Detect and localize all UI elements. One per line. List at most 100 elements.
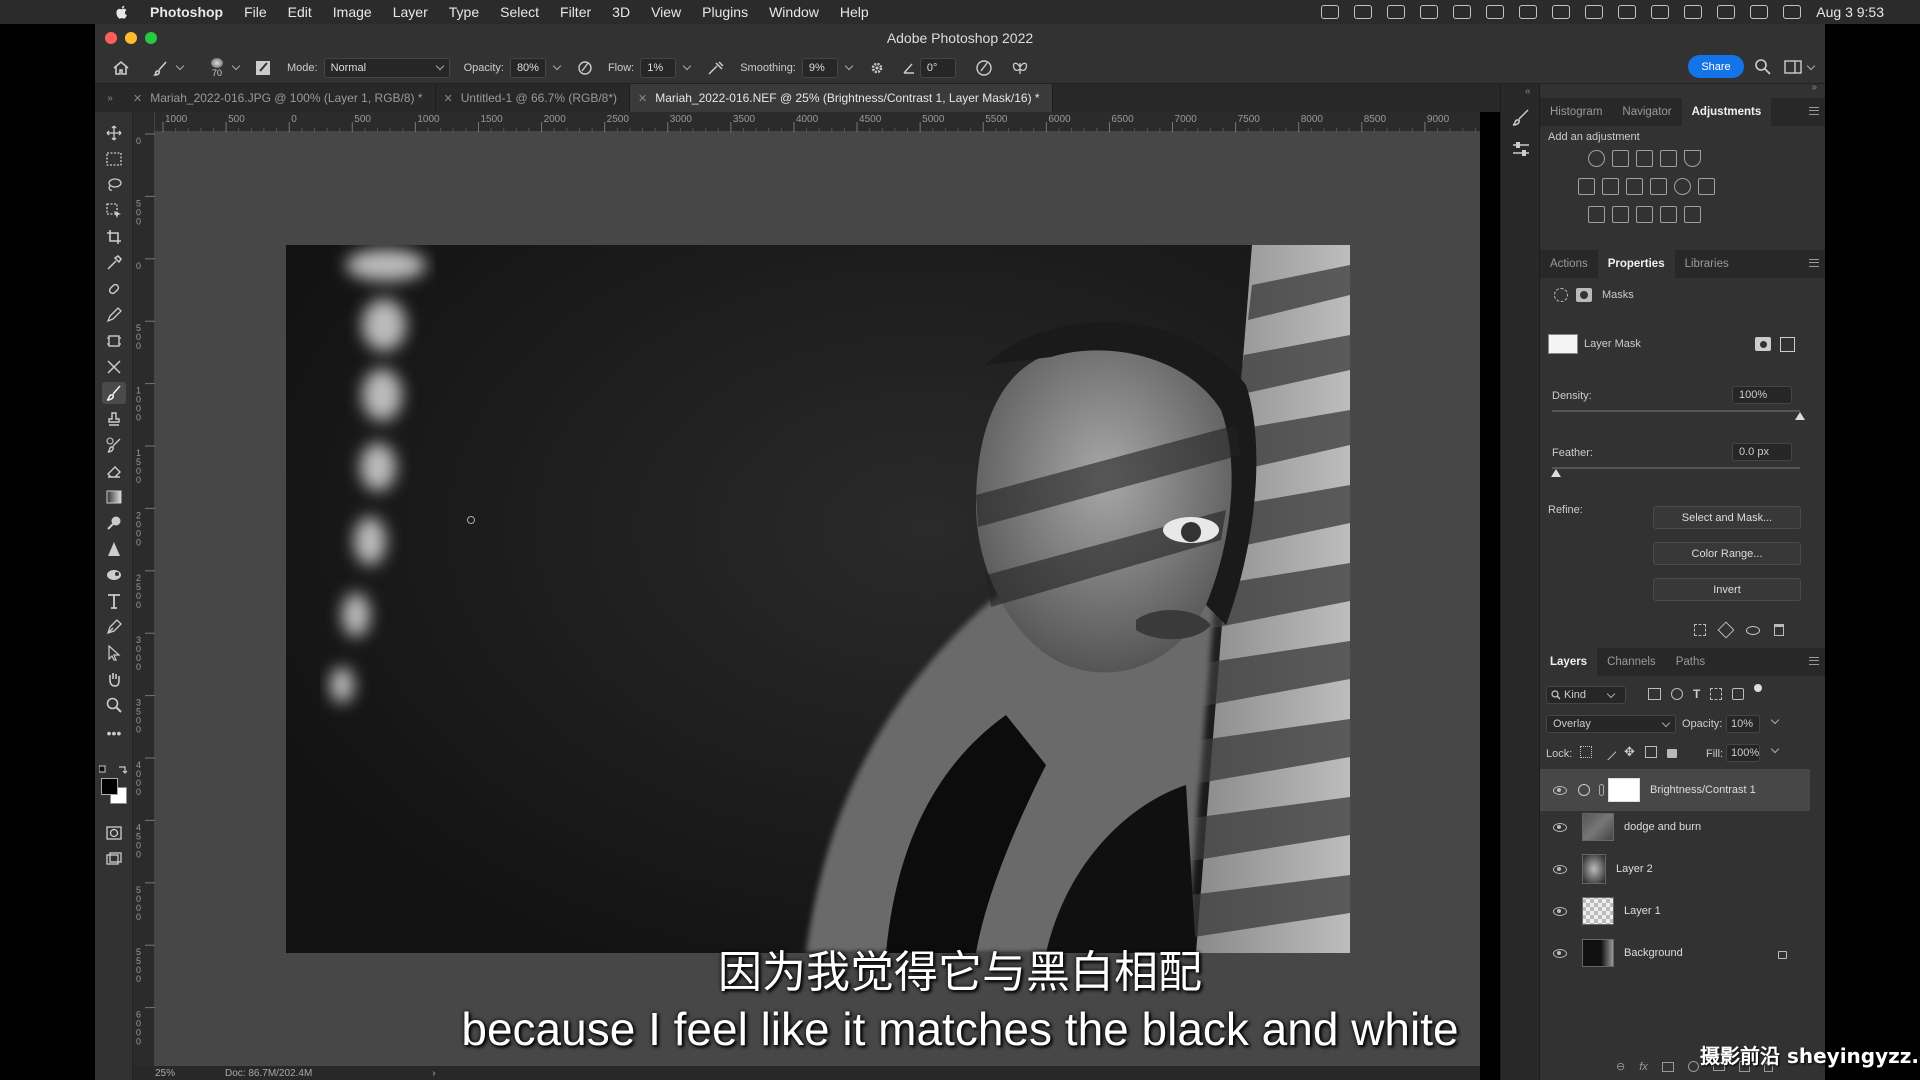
layer-row-brightness-contrast[interactable]: Brightness/Contrast 1: [1540, 769, 1810, 811]
chevron-down-icon[interactable]: [844, 61, 854, 71]
filter-pixel-icon[interactable]: [1648, 688, 1661, 700]
fill-input[interactable]: 100%: [1726, 744, 1760, 762]
panel-menu-icon[interactable]: [1809, 259, 1819, 267]
swap-colors-icon[interactable]: [98, 762, 129, 774]
crop-tool[interactable]: [105, 228, 123, 246]
object-selection-tool[interactable]: [105, 202, 123, 220]
lock-all-icon[interactable]: [1666, 749, 1677, 758]
threshold-icon[interactable]: [1636, 206, 1653, 223]
feather-slider-thumb[interactable]: [1551, 469, 1561, 477]
history-brush-tool[interactable]: [105, 436, 123, 454]
healing-brush-tool[interactable]: [105, 280, 123, 298]
color-lookup-icon[interactable]: [1698, 178, 1715, 195]
layer-filter-select[interactable]: Kind: [1546, 686, 1626, 704]
status-green-app-icon[interactable]: [1519, 5, 1538, 19]
tab-adjustments[interactable]: Adjustments: [1681, 98, 1772, 126]
layer-row-dodge-and-burn[interactable]: dodge and burn: [1540, 806, 1810, 848]
brush-size-picker[interactable]: 70: [201, 57, 233, 78]
layer-row-background[interactable]: Background: [1540, 932, 1810, 974]
eyedropper-tool[interactable]: [105, 254, 123, 272]
link-icon[interactable]: [1599, 784, 1604, 796]
workspace-button[interactable]: [1784, 59, 1818, 75]
clone-stamp-tool[interactable]: [105, 410, 123, 428]
menu-type[interactable]: Type: [449, 4, 479, 20]
visibility-eye-icon[interactable]: [1553, 864, 1567, 874]
horizontal-ruler[interactable]: 1000 500 0 500 1000 1500 2000 2500 3000 3500 4000 4…: [155, 112, 1480, 132]
panel-collapse-icon[interactable]: »: [95, 84, 125, 112]
status-tool-icon[interactable]: [1453, 5, 1472, 19]
color-range-button[interactable]: Color Range...: [1653, 542, 1801, 565]
panel-collapse-icon[interactable]: »: [1811, 82, 1817, 93]
tab-channels[interactable]: Channels: [1597, 648, 1666, 676]
angle-input[interactable]: 0°: [919, 57, 956, 78]
status-bluetooth-icon[interactable]: [1618, 5, 1637, 19]
exposure-icon[interactable]: [1660, 150, 1677, 167]
type-tool[interactable]: [105, 592, 123, 610]
close-window-button[interactable]: [105, 32, 117, 44]
menu-select[interactable]: Select: [500, 4, 539, 20]
move-tool[interactable]: [105, 124, 123, 142]
invert-icon[interactable]: [1588, 206, 1605, 223]
path-pen-tool[interactable]: [105, 618, 123, 636]
tab-actions[interactable]: Actions: [1540, 250, 1598, 278]
status-search-icon[interactable]: [1717, 5, 1736, 19]
posterize-icon[interactable]: [1612, 206, 1629, 223]
brush-preset-button[interactable]: [153, 58, 185, 78]
filter-type-icon[interactable]: T: [1693, 688, 1700, 700]
gradient-map-icon[interactable]: [1684, 206, 1701, 223]
visibility-eye-icon[interactable]: [1553, 785, 1567, 795]
properties-panel-button[interactable]: [1511, 140, 1531, 163]
density-input[interactable]: 100%: [1732, 386, 1792, 404]
apple-logo-icon[interactable]: [114, 4, 130, 20]
layer-opacity-input[interactable]: 10%: [1726, 715, 1760, 733]
menu-file[interactable]: File: [244, 4, 267, 20]
share-button[interactable]: Share: [1688, 55, 1744, 78]
zoom-level[interactable]: 25%: [155, 1068, 175, 1079]
tab-navigator[interactable]: Navigator: [1612, 98, 1681, 126]
pen-tool[interactable]: [105, 566, 123, 584]
status-wifi-icon[interactable]: [1651, 5, 1670, 19]
menu-filter[interactable]: Filter: [560, 4, 591, 20]
tab-histogram[interactable]: Histogram: [1540, 98, 1612, 126]
levels-icon[interactable]: [1612, 150, 1629, 167]
lock-transparent-icon[interactable]: [1580, 746, 1592, 758]
zoom-tool[interactable]: [105, 696, 123, 714]
pixel-mask-icon[interactable]: [1755, 337, 1771, 351]
frame-tool[interactable]: [105, 332, 123, 350]
selective-color-icon[interactable]: [1660, 206, 1677, 223]
menu-image[interactable]: Image: [333, 4, 372, 20]
vibrance-icon[interactable]: [1684, 150, 1701, 167]
color-balance-icon[interactable]: [1602, 178, 1619, 195]
doc-size[interactable]: Doc: 86.7M/202.4M: [225, 1068, 312, 1079]
layer-row-layer-1[interactable]: Layer 1: [1540, 890, 1810, 932]
apply-mask-icon[interactable]: [1717, 621, 1735, 639]
foreground-color-swatch[interactable]: [101, 778, 118, 795]
add-mask-icon[interactable]: [1661, 1061, 1674, 1072]
density-slider-thumb[interactable]: [1795, 412, 1805, 420]
photo-filter-icon[interactable]: [1650, 178, 1667, 195]
filter-adjustment-icon[interactable]: [1671, 688, 1683, 700]
lasso-tool[interactable]: [105, 176, 123, 194]
visibility-eye-icon[interactable]: [1553, 822, 1567, 832]
chevron-right-icon[interactable]: ›: [432, 1068, 435, 1079]
panel-menu-icon[interactable]: [1809, 657, 1819, 665]
menu-edit[interactable]: Edit: [288, 4, 312, 20]
link-layers-icon[interactable]: ⊖: [1616, 1060, 1625, 1073]
visibility-eye-icon[interactable]: [1553, 948, 1567, 958]
vertical-ruler[interactable]: 0500050010001500200025003000350040004500…: [133, 112, 155, 1068]
layer-row-layer-2[interactable]: Layer 2: [1540, 848, 1810, 890]
panel-menu-icon[interactable]: [1809, 107, 1819, 115]
status-battery-icon[interactable]: [1585, 5, 1604, 19]
visibility-eye-icon[interactable]: [1746, 625, 1760, 635]
feather-input[interactable]: 0.0 px: [1732, 443, 1792, 461]
black-white-icon[interactable]: [1626, 178, 1643, 195]
trash-icon[interactable]: [1774, 624, 1784, 636]
pressure-size-button[interactable]: [974, 58, 994, 78]
smoothing-settings-button[interactable]: [868, 58, 886, 78]
pressure-opacity-button[interactable]: [576, 58, 594, 78]
new-adjustment-icon[interactable]: [1687, 1061, 1699, 1072]
brush-tool[interactable]: [102, 382, 126, 404]
gradient-tool[interactable]: [105, 488, 123, 506]
channel-mixer-icon[interactable]: [1674, 178, 1691, 195]
layer-mask-thumbnail[interactable]: [1608, 778, 1640, 802]
